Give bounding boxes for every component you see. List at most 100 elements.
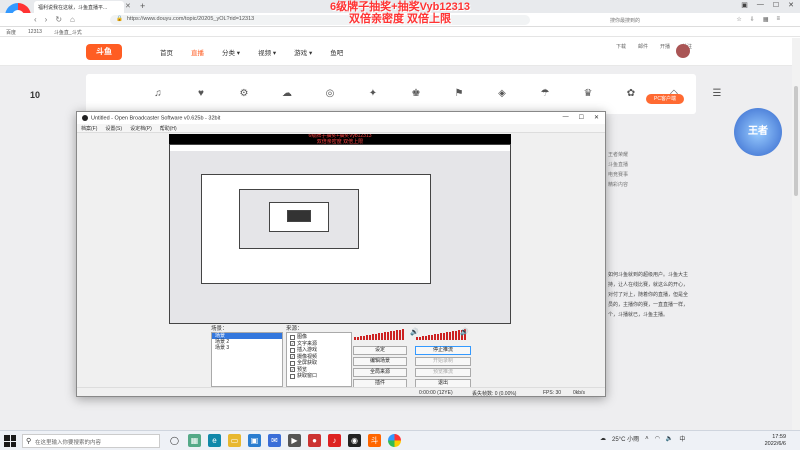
ad-tag[interactable]: 王者荣耀 [608,150,728,160]
user-link[interactable]: 邮件 [638,43,648,50]
avatar[interactable] [676,44,690,58]
right-ad-badge[interactable]: 王者 [734,108,782,156]
media-icon[interactable]: ▶ [288,434,301,447]
douyu-icon[interactable]: 斗 [368,434,381,447]
windows-start-icon[interactable] [4,435,16,447]
edit-scene-button[interactable]: 编辑场景 [353,357,407,366]
menu-item-game[interactable]: 游戏 ▾ [294,47,312,57]
weather-icon[interactable]: ☁ [600,435,606,442]
category-item[interactable]: ◎ [322,88,338,99]
minimize-icon[interactable]: — [757,1,764,9]
source-checkbox[interactable] [290,360,295,366]
taskbar-search-input[interactable]: ⚲ 在这里输入你要搜索的内容 [22,434,160,448]
user-link[interactable]: 开播 [660,43,670,50]
source-checkbox[interactable]: ✓ [290,354,295,360]
menu-item-fishbar[interactable]: 鱼吧 [330,47,343,57]
bookmark-item[interactable]: 百度 [6,29,16,36]
category-item[interactable]: ◈ [494,88,510,99]
obs-menu-file[interactable]: 档案(F) [81,125,97,132]
star-icon[interactable]: ☆ [736,16,741,23]
menu-item-live[interactable]: 直播 [191,47,204,57]
menu-item-video[interactable]: 视频 ▾ [258,47,276,57]
widgets-icon[interactable]: ▦ [188,434,201,447]
category-item[interactable]: ✦ [365,88,381,99]
category-item[interactable]: ♥ [193,88,209,99]
obs-menu-help[interactable]: 帮助(H) [160,125,177,132]
bookmark-item[interactable]: 斗鱼直_斗式 [54,29,82,36]
reload-icon[interactable]: ↻ [55,15,62,24]
pc-client-button[interactable]: PC客户端 [646,94,684,104]
edge-icon[interactable]: e [208,434,221,447]
category-item[interactable]: ⚑ [451,88,467,99]
settings-button[interactable]: 设定 [353,346,407,355]
stop-stream-button[interactable]: 停止推流 [415,346,471,355]
category-item[interactable]: ☁ [279,88,295,99]
task-view-icon[interactable]: ◯ [168,434,181,447]
new-tab-icon[interactable]: + [140,1,145,11]
browser-tab-active[interactable]: 福利说我在这就，斗鱼直播平... [34,1,124,13]
extensions-icon[interactable]: ▦ [763,16,769,23]
obs-taskbar-icon[interactable]: ◉ [348,434,361,447]
preview-stream-button[interactable]: 预览推流 [415,368,471,377]
close-icon[interactable]: ✕ [594,114,599,121]
network-icon[interactable]: ◠ [655,435,660,442]
sound-icon[interactable]: 🔈 [666,435,673,442]
home-icon[interactable]: ⌂ [70,15,75,24]
ad-tag[interactable]: 电竞赛事 [608,170,728,180]
browser-menu-icon[interactable]: ▣ [741,1,748,9]
mic-volume-icon[interactable]: 🔊 [410,328,419,336]
taskbar-clock[interactable]: 17:59 2022/6/6 [765,434,786,448]
netease-music-icon[interactable]: ♪ [328,434,341,447]
page-scrollbar[interactable] [792,38,800,430]
maximize-icon[interactable]: ☐ [773,1,779,9]
category-icon: ✿ [626,88,636,99]
tray-expand-icon[interactable]: ˄ [645,436,649,442]
start-record-button[interactable]: 开始录制 [415,357,471,366]
search-hint[interactable]: 搜你最搜到的 [610,17,640,24]
category-item[interactable]: ♫ [150,88,166,99]
maximize-icon[interactable]: ☐ [579,114,584,121]
scroll-thumb[interactable] [794,86,798,196]
weather-text[interactable]: 25°C 小雨 [612,434,639,443]
app-icon[interactable]: ● [308,434,321,447]
category-item[interactable]: ☰ [709,88,725,99]
minimize-icon[interactable]: — [563,114,569,121]
category-icon: ⚑ [454,88,464,99]
category-item[interactable]: ♚ [408,88,424,99]
mail-icon[interactable]: ✉ [268,434,281,447]
category-item[interactable]: ☂ [537,88,553,99]
obs-preview[interactable]: 6级牌子抽奖+抽奖Vyb12313 双倍亲密度 双倍上限 [169,134,511,324]
ad-tag[interactable]: 斗鱼直播 [608,160,728,170]
back-icon[interactable]: ‹ [34,15,37,24]
category-item[interactable]: ⚙ [236,88,252,99]
source-checkbox[interactable] [290,334,295,340]
ime-indicator[interactable]: 中 [679,434,685,443]
download-icon[interactable]: ⇩ [750,16,755,23]
menu-item-home[interactable]: 首页 [160,47,173,57]
bookmark-item[interactable]: 12313 [28,29,42,35]
obs-menu-profile[interactable]: 设定档(P) [130,125,152,132]
forward-icon[interactable]: › [45,15,48,24]
source-checkbox[interactable]: ✓ [290,341,295,347]
global-sources-button[interactable]: 全局来源 [353,368,407,377]
day-counter[interactable]: 10 [30,90,40,100]
source-checkbox[interactable]: ✓ [290,367,295,373]
scene-item[interactable]: 场景 3 [212,345,282,351]
tab-close-icon[interactable]: ✕ [125,2,131,10]
douyu-logo[interactable]: 斗鱼 [86,44,122,60]
category-item[interactable]: ✿ [623,88,639,99]
menu-item-category[interactable]: 分类 ▾ [222,47,240,57]
category-item[interactable]: ♛ [580,88,596,99]
menu-icon[interactable]: ≡ [776,16,780,23]
source-checkbox[interactable] [290,373,295,379]
close-icon[interactable]: ✕ [788,1,794,9]
desktop-volume-icon[interactable]: 🔊 [460,328,469,336]
user-link[interactable]: 下载 [616,43,626,50]
source-checkbox[interactable] [290,347,295,353]
store-icon[interactable]: ▣ [248,434,261,447]
source-item[interactable]: 获取窗口 [287,373,351,380]
ad-tag[interactable]: 精彩内容 [608,180,728,190]
browser-taskbar-icon[interactable] [388,434,401,447]
obs-menu-settings[interactable]: 设置(S) [105,125,122,132]
explorer-icon[interactable]: ▭ [228,434,241,447]
